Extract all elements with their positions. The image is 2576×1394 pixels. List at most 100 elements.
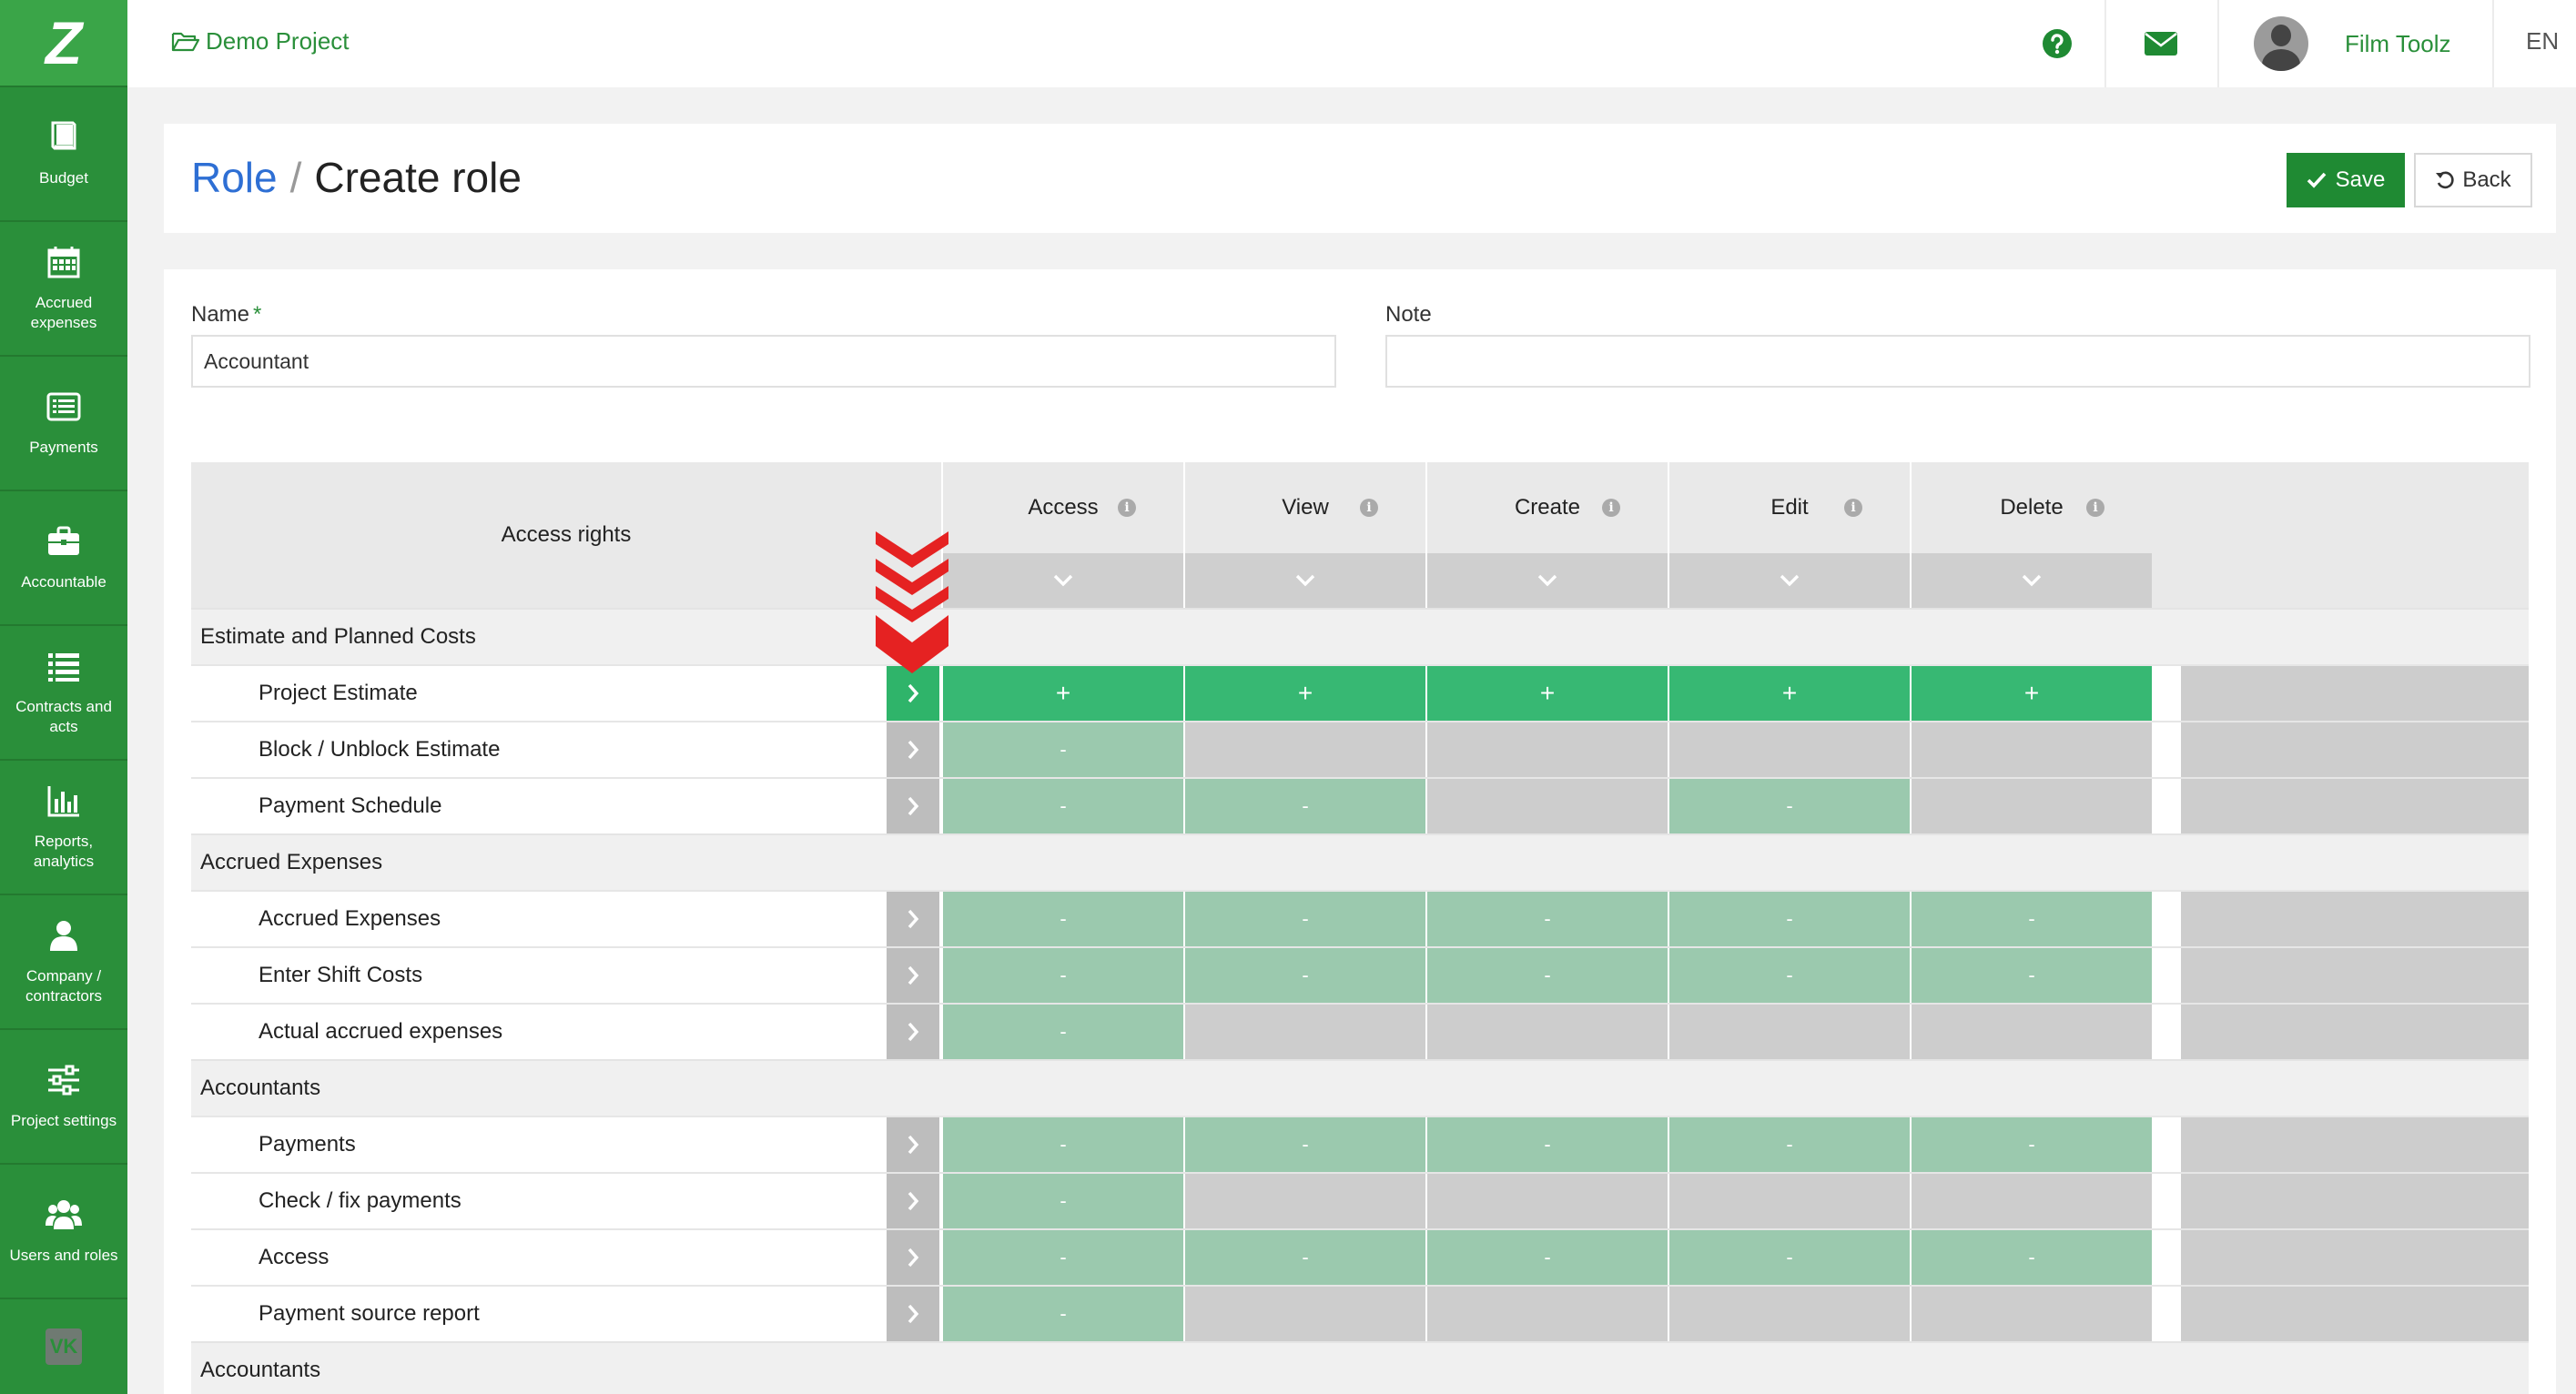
permission-cell-edit[interactable]: -: [1669, 1230, 1910, 1285]
section-header: Accrued Expenses: [191, 833, 2529, 890]
permission-cell-create[interactable]: +: [1427, 666, 1668, 721]
column-header-delete: Delete i: [1910, 462, 2152, 608]
sliders-icon: [48, 1065, 79, 1096]
row-expand-button[interactable]: [887, 1230, 939, 1285]
row-expand-button[interactable]: [887, 1174, 939, 1228]
info-icon[interactable]: i: [1360, 499, 1378, 517]
permission-cell-access[interactable]: -: [943, 779, 1183, 833]
row-expand-button[interactable]: [887, 1005, 939, 1059]
back-button[interactable]: Back: [2414, 153, 2532, 207]
chevron-right-icon: [908, 1191, 919, 1211]
column-toggle-all-button[interactable]: [1669, 553, 1910, 608]
permission-cell-view[interactable]: -: [1185, 1117, 1425, 1172]
column-toggle-all-button[interactable]: [1912, 553, 2152, 608]
row-expand-button[interactable]: [887, 948, 939, 1003]
row-filler: [2181, 666, 2529, 721]
column-toggle-all-button[interactable]: [943, 553, 1183, 608]
row-name: Project Estimate: [259, 681, 418, 705]
name-input[interactable]: [191, 335, 1336, 388]
chevron-right-icon: [908, 965, 919, 985]
permission-cell-create[interactable]: -: [1427, 1117, 1668, 1172]
permission-cell-access[interactable]: -: [943, 892, 1183, 946]
column-toggle-all-button[interactable]: [1185, 553, 1425, 608]
sidebar-item-contracts-and-acts[interactable]: Contracts and acts: [0, 626, 127, 761]
project-link[interactable]: Demo Project: [171, 27, 350, 56]
column-title: Create i: [1427, 462, 1668, 553]
permission-cell-edit[interactable]: -: [1669, 948, 1910, 1003]
info-icon[interactable]: i: [1602, 499, 1620, 517]
info-icon[interactable]: i: [1844, 499, 1862, 517]
permission-cell-access[interactable]: -: [943, 1117, 1183, 1172]
name-label-text: Name: [191, 302, 250, 327]
permission-cell-view[interactable]: +: [1185, 666, 1425, 721]
help-button[interactable]: [2012, 0, 2103, 87]
permission-cell-edit[interactable]: +: [1669, 666, 1910, 721]
permission-cell-view[interactable]: -: [1185, 948, 1425, 1003]
page-header: Role / Create role Save Back: [164, 124, 2556, 233]
permission-cell-access[interactable]: -: [943, 1005, 1183, 1059]
permission-cell-access[interactable]: -: [943, 1230, 1183, 1285]
row-expand-button[interactable]: [887, 666, 939, 721]
permission-cell-access[interactable]: -: [943, 1174, 1183, 1228]
permission-cell-view[interactable]: -: [1185, 892, 1425, 946]
sidebar-item-label: Project settings: [10, 1112, 117, 1129]
permission-cell-edit[interactable]: -: [1669, 779, 1910, 833]
sidebar-item-accountable[interactable]: Accountable: [0, 491, 127, 626]
sidebar-item-reports-analytics[interactable]: Reports, analytics: [0, 761, 127, 895]
permission-cell-view[interactable]: -: [1185, 779, 1425, 833]
permission-cell-delete[interactable]: -: [1912, 892, 2152, 946]
permission-cell-access[interactable]: -: [943, 948, 1183, 1003]
permission-cell-delete[interactable]: -: [1912, 1230, 2152, 1285]
row-expand-button[interactable]: [887, 1287, 939, 1341]
permission-cell-edit[interactable]: -: [1669, 1117, 1910, 1172]
permission-cell-create[interactable]: -: [1427, 1230, 1668, 1285]
permission-cell-edit[interactable]: -: [1669, 892, 1910, 946]
row-expand-button[interactable]: [887, 1117, 939, 1172]
user-menu[interactable]: Film Toolz: [2254, 0, 2451, 87]
undo-icon: [2436, 171, 2454, 189]
permission-cell-access[interactable]: -: [943, 1287, 1183, 1341]
info-icon[interactable]: i: [2086, 499, 2104, 517]
permission-cell-create[interactable]: -: [1427, 892, 1668, 946]
permission-cell-delete[interactable]: -: [1912, 948, 2152, 1003]
sidebar-item-company-contractors[interactable]: Company / contractors: [0, 895, 127, 1030]
logo[interactable]: Z: [0, 0, 127, 87]
row-expand-button[interactable]: [887, 892, 939, 946]
permission-cell-access[interactable]: +: [943, 666, 1183, 721]
row-filler: [2181, 1117, 2529, 1172]
column-title: Edit i: [1669, 462, 1910, 553]
permission-cell-view: [1185, 1287, 1425, 1341]
language-switch[interactable]: EN: [2526, 27, 2559, 56]
column-title-text: Edit: [1770, 495, 1809, 520]
sidebar-item-budget[interactable]: Budget: [0, 87, 127, 222]
save-button[interactable]: Save: [2287, 153, 2405, 207]
chevron-right-icon: [908, 1022, 919, 1042]
permission-cell-access[interactable]: -: [943, 722, 1183, 777]
sidebar-item-project-settings[interactable]: Project settings: [0, 1030, 127, 1165]
table-row: Payment Schedule - - -: [191, 777, 2529, 833]
breadcrumb-separator: /: [289, 154, 302, 201]
permission-cell-view[interactable]: -: [1185, 1230, 1425, 1285]
sidebar-item-users-and-roles[interactable]: Users and roles: [0, 1165, 127, 1299]
chevron-right-icon: [908, 1248, 919, 1268]
sidebar-item-label: Budget: [39, 169, 88, 187]
permission-cell-create[interactable]: -: [1427, 948, 1668, 1003]
sidebar-item-payments[interactable]: Payments: [0, 357, 127, 491]
section-header: Accountants: [191, 1341, 2529, 1394]
sidebar-item-accrued-expenses[interactable]: Accrued expenses: [0, 222, 127, 357]
briefcase-icon: [48, 526, 79, 555]
row-expand-button[interactable]: [887, 779, 939, 833]
breadcrumb-role-link[interactable]: Role: [191, 154, 278, 201]
permission-cell-delete: [1912, 1005, 2152, 1059]
permission-cell-delete[interactable]: -: [1912, 1117, 2152, 1172]
info-icon[interactable]: i: [1118, 499, 1136, 517]
name-label: Name *: [191, 302, 261, 328]
permission-cell-delete[interactable]: +: [1912, 666, 2152, 721]
vk-link[interactable]: VK: [0, 1299, 127, 1394]
row-expand-button[interactable]: [887, 722, 939, 777]
permission-cell-delete: [1912, 722, 2152, 777]
permission-cell-edit: [1669, 1174, 1910, 1228]
column-toggle-all-button[interactable]: [1427, 553, 1668, 608]
messages-button[interactable]: [2106, 0, 2216, 87]
note-input[interactable]: [1385, 335, 2530, 388]
